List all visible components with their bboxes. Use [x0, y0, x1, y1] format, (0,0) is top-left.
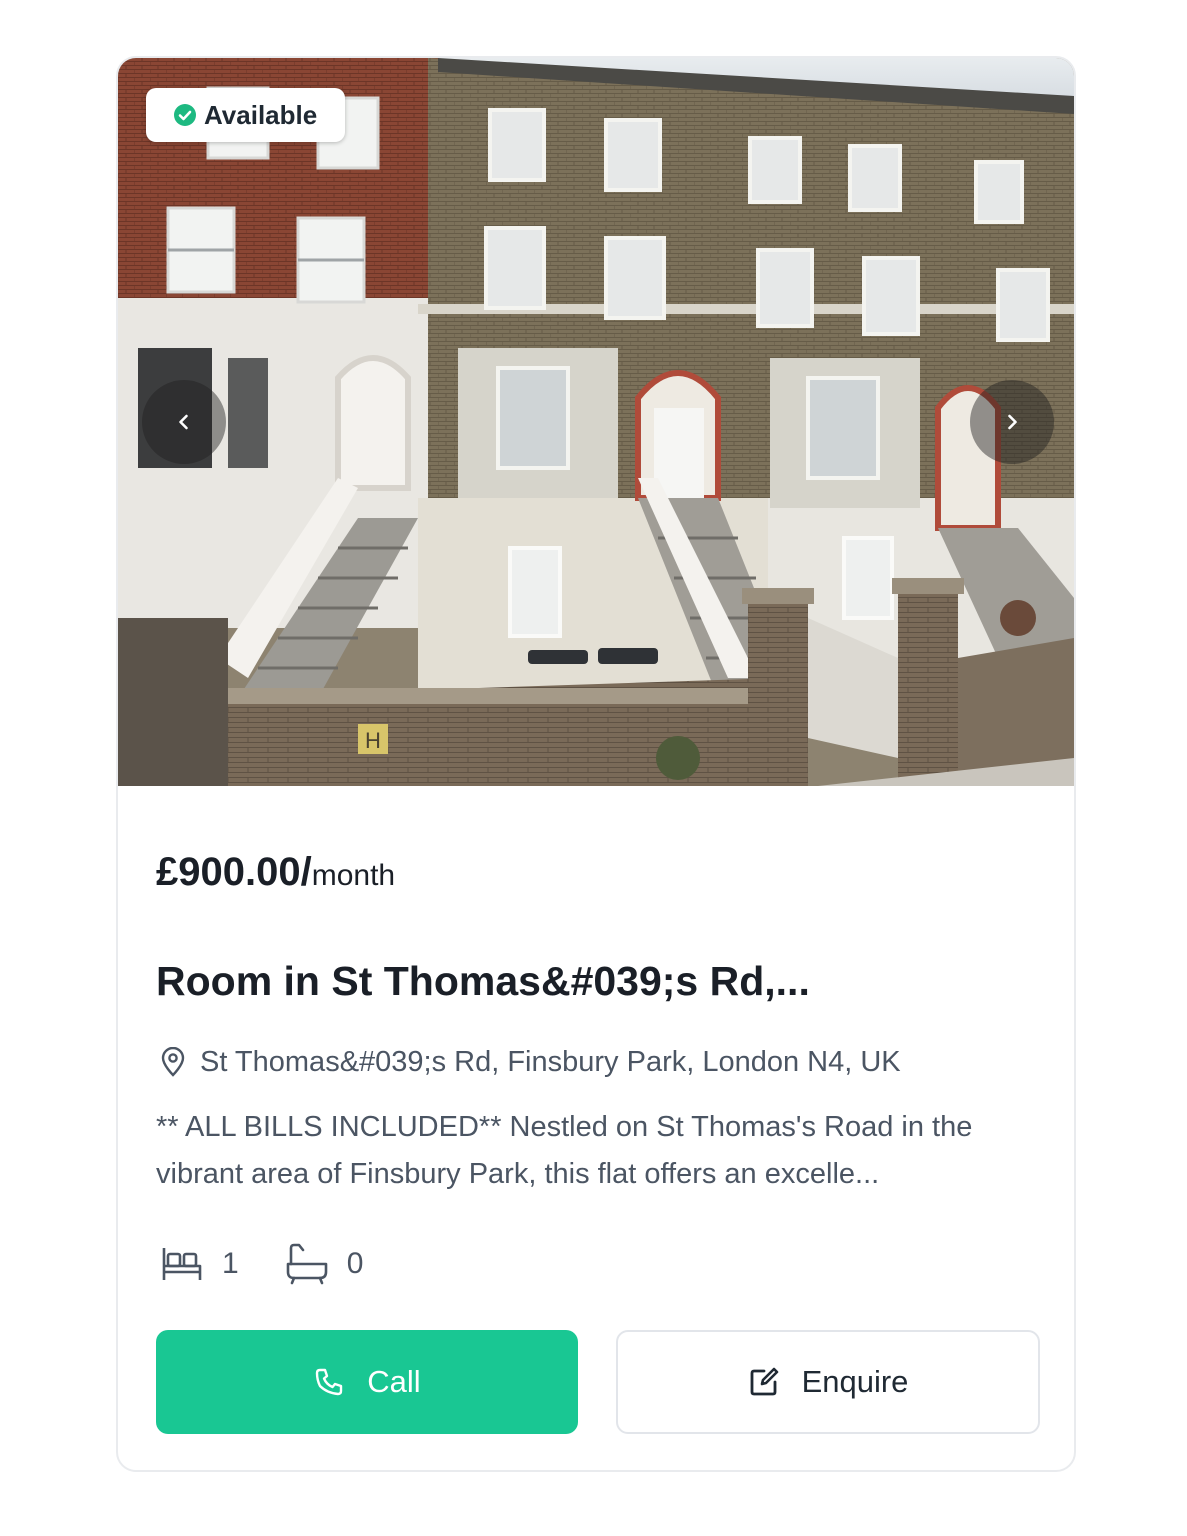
- check-circle-icon: [174, 104, 196, 126]
- gallery-prev-button[interactable]: [142, 380, 226, 464]
- bathrooms-count: 0: [346, 1247, 364, 1280]
- location-pin-icon: [161, 1047, 185, 1077]
- listing-address: St Thomas&#039;s Rd, Finsbury Park, Lond…: [160, 1042, 901, 1082]
- availability-status: Available: [204, 99, 318, 130]
- price-amount: £900.00/: [156, 850, 312, 894]
- address-text: St Thomas&#039;s Rd, Finsbury Park, Lond…: [200, 1045, 901, 1078]
- availability-badge: Available: [146, 88, 346, 142]
- bedrooms-count: 1: [222, 1247, 239, 1280]
- call-button-label: Call: [367, 1364, 421, 1399]
- listing-title[interactable]: Room in St Thomas&#039;s Rd,...: [156, 958, 810, 1005]
- bedrooms-feature: 1: [160, 1244, 239, 1284]
- chevron-right-icon: [1008, 414, 1017, 430]
- svg-text:H: H: [365, 728, 381, 753]
- phone-icon: [316, 1368, 343, 1396]
- building-photo-image: H: [118, 58, 1074, 786]
- price-period: month: [311, 859, 396, 892]
- enquire-button[interactable]: Enquire: [616, 1330, 1040, 1434]
- bathrooms-feature: 0: [285, 1242, 364, 1286]
- enquire-button-label: Enquire: [801, 1364, 909, 1399]
- bathtub-icon: [286, 1243, 327, 1285]
- chevron-left-icon: [179, 414, 188, 430]
- listing-price: £900.00/month: [156, 850, 395, 895]
- gallery-next-button[interactable]: [970, 380, 1054, 464]
- edit-icon: [750, 1367, 778, 1396]
- listing-description: ** ALL BILLS INCLUDED** Nestled on St Th…: [156, 1111, 973, 1190]
- listing-features: 1 0: [160, 1240, 409, 1288]
- property-card: H Available £900.00/month Room in St Tho…: [116, 56, 1076, 1472]
- bed-icon: [162, 1248, 202, 1280]
- property-photo[interactable]: H Available: [118, 58, 1074, 786]
- call-button[interactable]: Call: [156, 1330, 578, 1434]
